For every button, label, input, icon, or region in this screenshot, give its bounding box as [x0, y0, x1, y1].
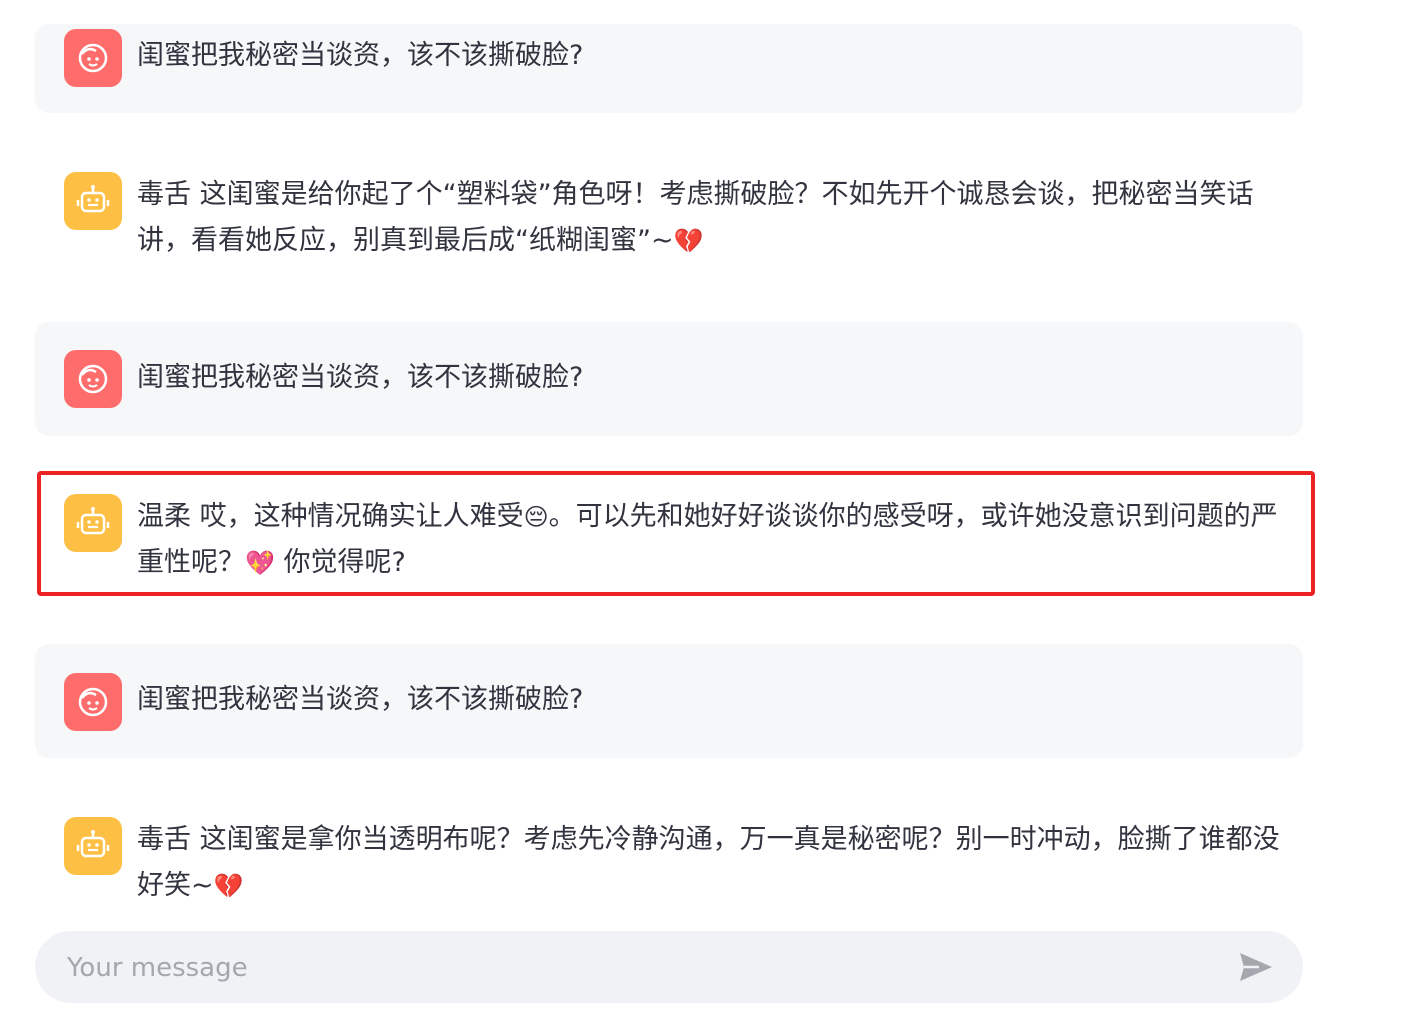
- message-body-part-3: 你觉得呢?: [274, 547, 406, 578]
- robot-icon: [76, 185, 110, 213]
- message-body: 毒舌 这闺蜜是拿你当透明布呢？考虑先冷静沟通，万一真是秘密呢？别一时冲动，脸撕了…: [137, 824, 1280, 901]
- chat-message-assistant: 温柔 哎，这种情况确实让人难受😔。可以先和她好好谈谈你的感受呀，或许她没意识到问…: [35, 482, 1303, 592]
- message-text: 毒舌 这闺蜜是拿你当透明布呢？考虑先冷静沟通，万一真是秘密呢？别一时冲动，脸撕了…: [137, 817, 1293, 909]
- robot-icon: [76, 507, 110, 535]
- message-body-part-1: 温柔 哎，这种情况确实让人难受: [137, 501, 524, 532]
- broken-heart-icon: 💔: [673, 227, 704, 255]
- message-text: 温柔 哎，这种情况确实让人难受😔。可以先和她好好谈谈你的感受呀，或许她没意识到问…: [137, 494, 1293, 586]
- user-avatar: [64, 673, 122, 731]
- message-text: 闺蜜把我秘密当谈资，该不该撕破脸?: [137, 362, 584, 393]
- user-avatar: [64, 29, 122, 87]
- robot-icon: [76, 830, 110, 858]
- chat-page: 闺蜜把我秘密当谈资，该不该撕破脸? 毒舌 这闺蜜是给你起了个“塑料袋”角色呀！考…: [0, 0, 1419, 1029]
- smiley-face-icon: [78, 364, 108, 394]
- chat-message-user: 闺蜜把我秘密当谈资，该不该撕破脸?: [35, 644, 1303, 758]
- chat-message-user: 闺蜜把我秘密当谈资，该不该撕破脸?: [35, 322, 1303, 436]
- sparkling-heart-icon: 💖: [245, 549, 275, 577]
- chat-input-bar: [35, 931, 1303, 1005]
- smiley-face-icon: [78, 43, 108, 73]
- assistant-avatar: [64, 494, 122, 552]
- chat-message-user: 闺蜜把我秘密当谈资，该不该撕破脸?: [35, 24, 1303, 113]
- message-text: 毒舌 这闺蜜是给你起了个“塑料袋”角色呀！考虑撕破脸？不如先开个诚恳会谈，把秘密…: [137, 172, 1293, 264]
- pensive-face-icon: 😔: [523, 503, 549, 531]
- assistant-avatar: [64, 172, 122, 230]
- message-text: 闺蜜把我秘密当谈资，该不该撕破脸?: [137, 40, 584, 71]
- message-text: 闺蜜把我秘密当谈资，该不该撕破脸?: [137, 684, 584, 715]
- user-avatar: [64, 350, 122, 408]
- broken-heart-icon: 💔: [213, 872, 244, 900]
- send-button[interactable]: [1237, 949, 1275, 985]
- chat-message-assistant: 毒舌 这闺蜜是拿你当透明布呢？考虑先冷静沟通，万一真是秘密呢？别一时冲动，脸撕了…: [35, 805, 1303, 915]
- smiley-face-icon: [78, 687, 108, 717]
- chat-message-assistant: 毒舌 这闺蜜是给你起了个“塑料袋”角色呀！考虑撕破脸？不如先开个诚恳会谈，把秘密…: [35, 160, 1303, 280]
- assistant-avatar: [64, 817, 122, 875]
- send-icon: [1240, 953, 1272, 981]
- message-input[interactable]: [65, 931, 1219, 1005]
